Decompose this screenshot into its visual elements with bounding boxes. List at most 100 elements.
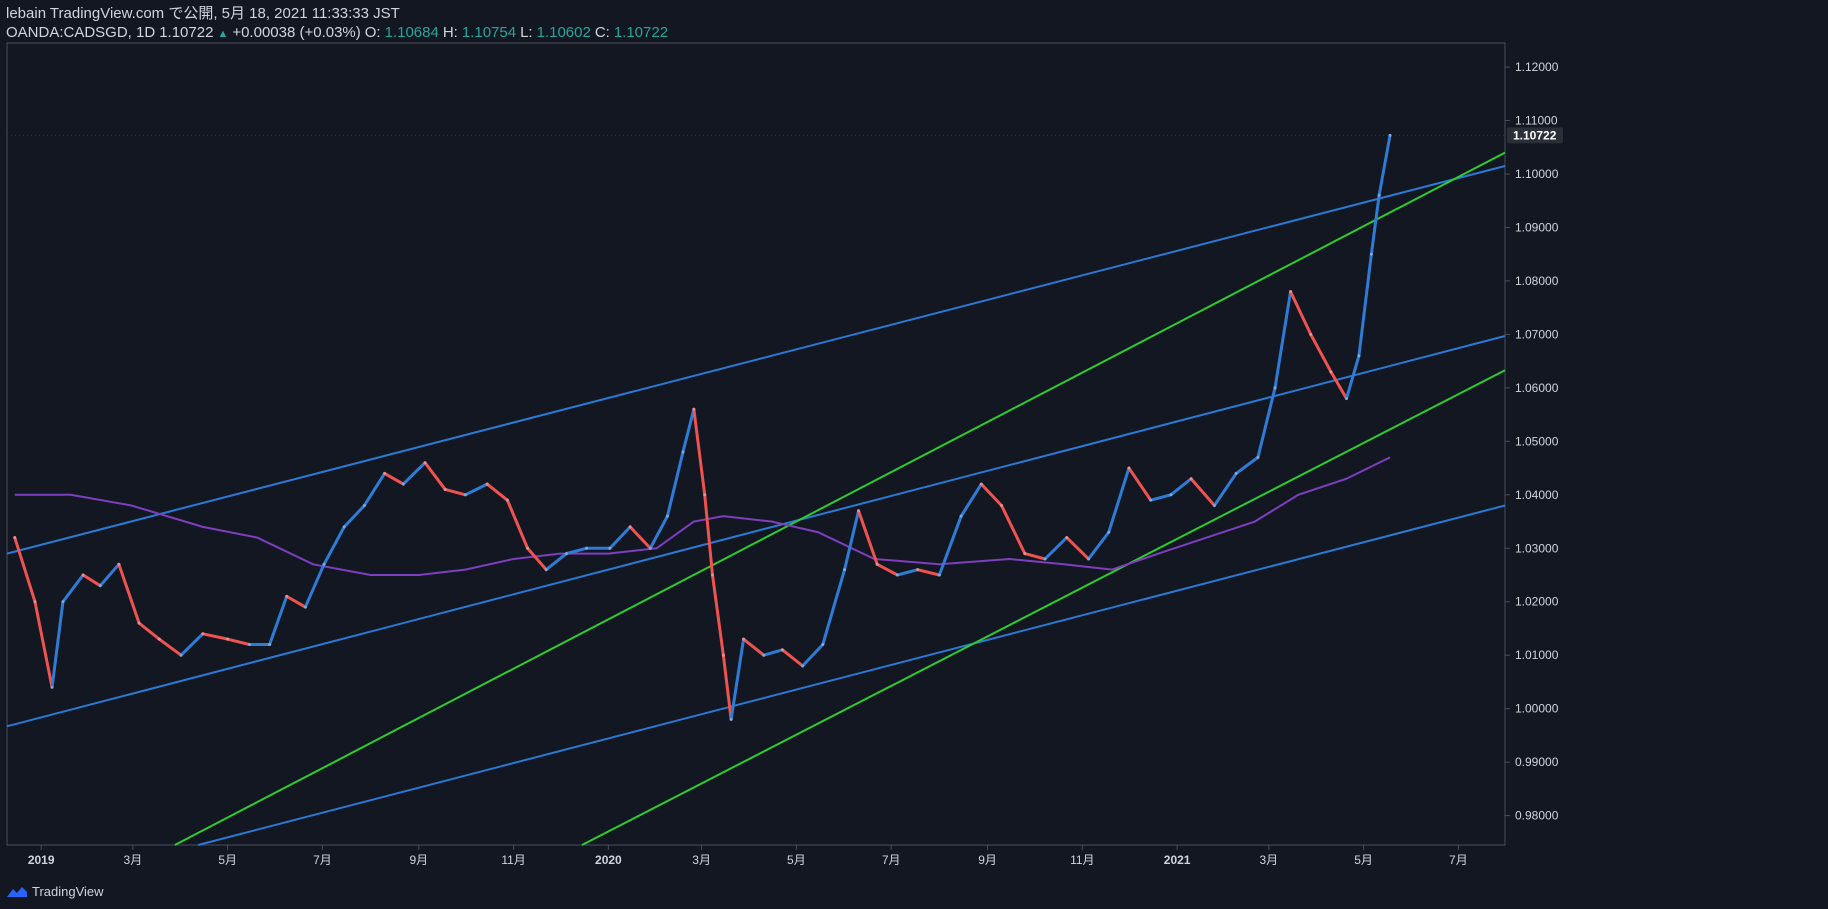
y-tick-label: 1.06000 <box>1515 381 1559 395</box>
price-segment <box>895 568 920 577</box>
price-point <box>1344 397 1348 401</box>
price-point <box>1023 552 1027 556</box>
price-point <box>201 632 205 636</box>
price-chart[interactable]: 1.12000 1.11000 1.10000 1.09000 1.08000 1.070… <box>0 0 1828 909</box>
green-trendline <box>174 151 1506 846</box>
price-segment <box>1065 536 1091 561</box>
price-segment <box>303 562 326 609</box>
footer-brand[interactable]: TradingView <box>6 884 104 899</box>
price-point <box>98 584 102 588</box>
price-point <box>721 653 725 657</box>
price-point <box>1369 252 1373 256</box>
price-segment <box>50 600 65 689</box>
price-segment <box>937 514 963 577</box>
price-segment <box>285 594 307 609</box>
price-segment <box>383 471 405 486</box>
price-point <box>742 637 746 641</box>
x-tick-label: 9月 <box>978 853 997 867</box>
price-segment <box>875 562 899 577</box>
price-point <box>801 664 805 668</box>
price-point <box>1273 386 1277 390</box>
price-point <box>692 407 696 411</box>
price-segment <box>692 407 707 497</box>
y-tick-label: 1.12000 <box>1515 60 1559 74</box>
y-tick-label: 1.02000 <box>1515 595 1559 609</box>
x-tick-label: 3月 <box>692 853 711 867</box>
price-point <box>1065 536 1069 540</box>
price-segment <box>721 653 733 721</box>
price-point <box>50 685 54 689</box>
x-tick-label: 3月 <box>124 853 143 867</box>
price-point <box>157 637 161 641</box>
price-point <box>762 653 766 657</box>
x-tick-label: 5月 <box>1354 853 1373 867</box>
price-segment <box>1189 477 1216 507</box>
price-point <box>1234 471 1238 475</box>
price-segment <box>1023 552 1047 561</box>
price-point <box>362 503 366 507</box>
price-segment <box>843 509 861 572</box>
price-segment <box>628 525 652 550</box>
price-point <box>1149 498 1153 502</box>
price-segment <box>117 562 141 625</box>
price-segment <box>201 632 230 641</box>
price-segment <box>710 573 725 657</box>
price-segment <box>1212 471 1238 507</box>
price-point <box>1212 503 1216 507</box>
price-point <box>1388 133 1392 137</box>
price-segment <box>1087 530 1111 561</box>
y-tick-label: 0.99000 <box>1515 755 1559 769</box>
price-point <box>1169 493 1173 497</box>
price-point <box>505 498 509 502</box>
y-tick-label: 1.10000 <box>1515 167 1559 181</box>
price-point <box>117 562 121 566</box>
price-point <box>544 568 548 572</box>
blue-trendline <box>6 335 1506 728</box>
price-segment <box>544 552 568 572</box>
price-segment <box>729 637 746 721</box>
price-point <box>285 594 289 598</box>
x-tick-label: 5月 <box>218 853 237 867</box>
y-tick-label: 0.98000 <box>1515 809 1559 823</box>
price-segment <box>608 525 632 550</box>
price-segment <box>401 461 427 486</box>
price-segment <box>463 482 489 497</box>
price-point <box>1127 466 1131 470</box>
price-segment <box>1149 493 1173 502</box>
price-segment <box>665 450 685 518</box>
price-segment <box>1234 455 1260 475</box>
price-point <box>875 562 879 566</box>
price-point <box>13 536 17 540</box>
price-point <box>895 573 899 577</box>
price-point <box>979 482 983 486</box>
price-point <box>1329 370 1333 374</box>
price-point <box>1087 557 1091 561</box>
price-point <box>959 514 963 518</box>
price-segment <box>81 573 102 588</box>
price-point <box>843 568 847 572</box>
price-point <box>226 637 230 641</box>
price-segment <box>1377 133 1392 197</box>
price-point <box>703 493 707 497</box>
price-point <box>916 568 920 572</box>
x-tick-label: 7月 <box>882 853 901 867</box>
price-point <box>463 493 467 497</box>
x-tick-label: 2021 <box>1164 853 1191 867</box>
price-segment <box>959 482 983 518</box>
price-segment <box>762 648 784 657</box>
price-point <box>1189 477 1193 481</box>
y-tick-label: 1.03000 <box>1515 541 1559 555</box>
y-tick-label: 1.04000 <box>1515 488 1559 502</box>
price-point <box>564 552 568 556</box>
price-point <box>1309 332 1313 336</box>
price-segment <box>916 568 941 577</box>
price-point <box>1256 455 1260 459</box>
price-point <box>821 643 825 646</box>
x-tick-label: 7月 <box>1449 853 1468 867</box>
price-segment <box>801 643 825 668</box>
price-segment <box>342 503 366 529</box>
price-point <box>81 573 85 577</box>
price-point <box>780 648 784 652</box>
price-point <box>485 482 489 486</box>
price-point <box>628 525 632 529</box>
